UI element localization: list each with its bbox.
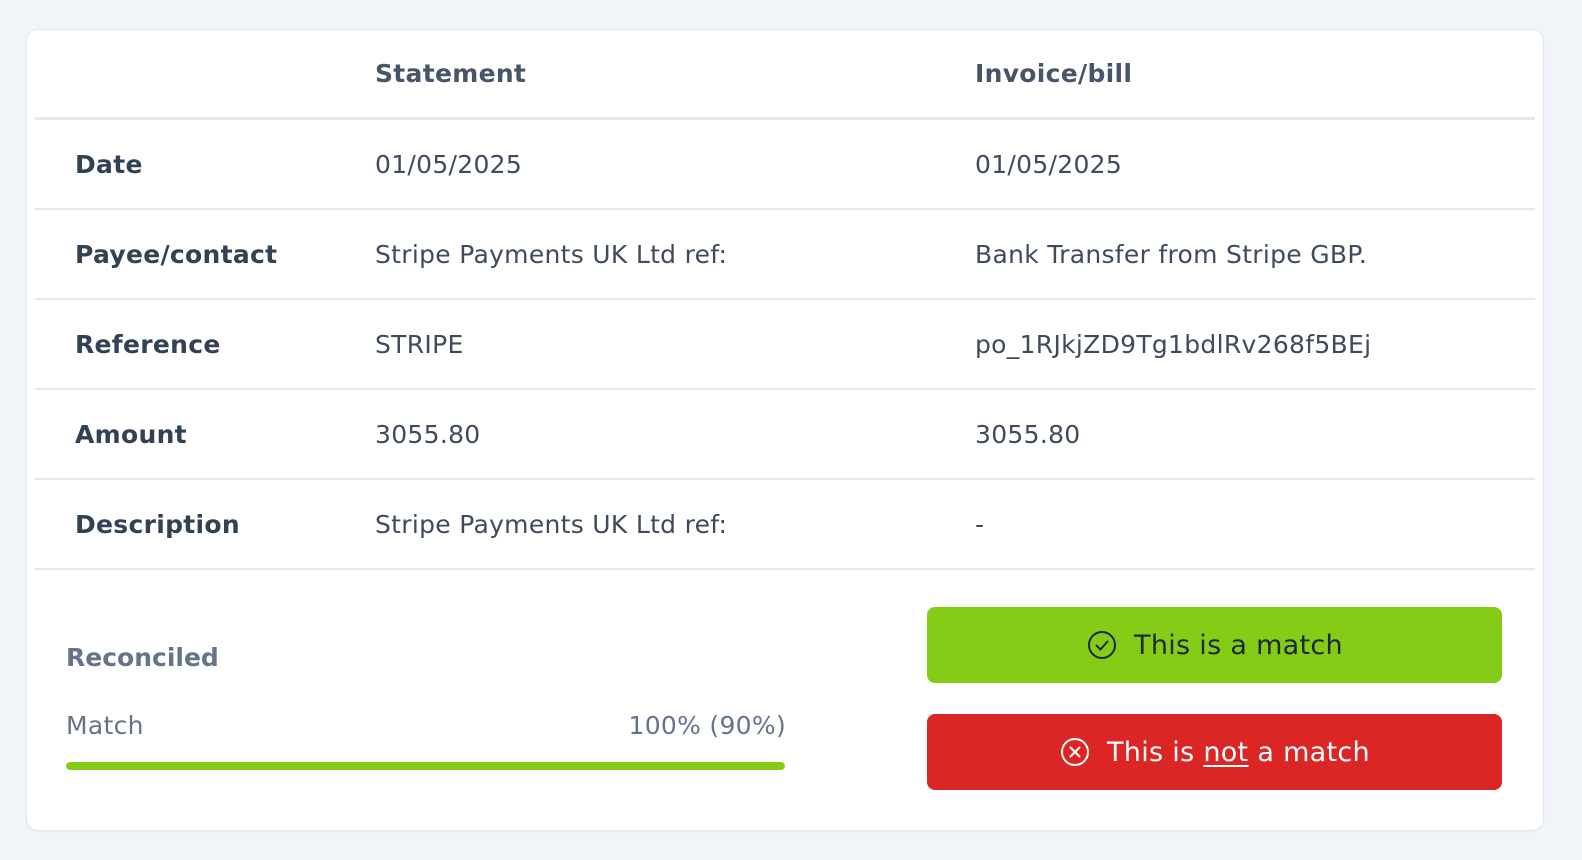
match-score-row: Match 100% (90%) — [66, 708, 786, 744]
header-label-column — [35, 30, 335, 120]
invoice-value: - — [935, 479, 1535, 570]
table-row-reference: Reference STRIPE po_1RJkjZD9Tg1bdlRv268f… — [35, 299, 1535, 390]
x-circle-icon — [1059, 736, 1091, 768]
statement-value: 3055.80 — [335, 389, 935, 480]
status-title: Reconciled — [66, 643, 219, 672]
check-circle-icon — [1086, 629, 1118, 661]
match-button-label: This is a match — [1134, 629, 1343, 661]
invoice-value: 01/05/2025 — [935, 118, 1535, 210]
reconciliation-status: Reconciled Match 100% (90%) — [66, 634, 786, 770]
row-label: Description — [35, 479, 335, 570]
statement-value: STRIPE — [335, 299, 935, 390]
match-progress-fill — [66, 762, 785, 770]
invoice-value: po_1RJkjZD9Tg1bdlRv268f5BEj — [935, 299, 1535, 390]
not-match-label-after: a match — [1248, 736, 1370, 768]
statement-value: 01/05/2025 — [335, 118, 935, 210]
reconciliation-card: Statement Invoice/bill Date 01/05/2025 0… — [26, 29, 1544, 831]
statement-value: Stripe Payments UK Ltd ref: — [335, 479, 935, 570]
table-row-amount: Amount 3055.80 3055.80 — [35, 389, 1535, 480]
not-match-label-before: This is — [1107, 736, 1204, 768]
row-label: Amount — [35, 389, 335, 480]
row-label: Date — [35, 118, 335, 210]
table-row-description: Description Stripe Payments UK Ltd ref: … — [35, 479, 1535, 570]
not-match-button-label: This is not a match — [1107, 737, 1370, 768]
header-invoice-bill: Invoice/bill — [935, 30, 1535, 120]
not-match-label-emphasis: not — [1203, 736, 1249, 768]
table-row-date: Date 01/05/2025 01/05/2025 — [35, 118, 1535, 210]
this-is-not-a-match-button[interactable]: This is not a match — [927, 714, 1502, 790]
row-label: Payee/contact — [35, 209, 335, 300]
row-label: Reference — [35, 299, 335, 390]
match-progress-bar — [66, 762, 785, 770]
header-statement: Statement — [335, 30, 935, 120]
invoice-value: 3055.80 — [935, 389, 1535, 480]
table-row-payee-contact: Payee/contact Stripe Payments UK Ltd ref… — [35, 209, 1535, 300]
comparison-table: Statement Invoice/bill Date 01/05/2025 0… — [35, 30, 1535, 570]
table-header-row: Statement Invoice/bill — [35, 30, 1535, 120]
invoice-value: Bank Transfer from Stripe GBP. — [935, 209, 1535, 300]
this-is-a-match-button[interactable]: This is a match — [927, 607, 1502, 683]
match-percentage: 100% (90%) — [628, 711, 786, 740]
statement-value: Stripe Payments UK Ltd ref: — [335, 209, 935, 300]
match-label: Match — [66, 711, 144, 740]
